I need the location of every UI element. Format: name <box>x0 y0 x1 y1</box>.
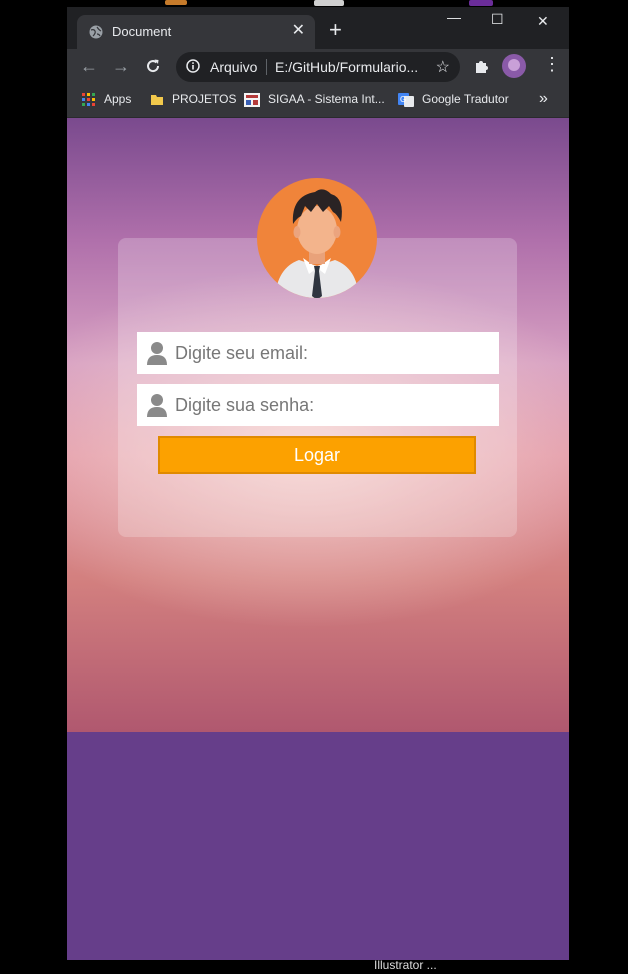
info-icon[interactable] <box>186 59 200 73</box>
minimize-button[interactable]: — <box>447 9 461 25</box>
tab-strip: Document ✕ + — ☐ ✕ <box>67 7 569 49</box>
bookmark-label: Apps <box>104 92 132 106</box>
taskbar-illustrator-label[interactable]: Illustrator ... <box>374 958 437 972</box>
new-tab-button[interactable]: + <box>329 19 342 41</box>
page-lower-area <box>67 732 569 960</box>
user-avatar-illustration <box>275 189 359 298</box>
google-translate-icon: G <box>398 92 414 107</box>
desktop-icon-fragment <box>314 0 344 6</box>
profile-avatar[interactable] <box>502 54 526 78</box>
url-text[interactable]: E:/GitHub/Formulario... <box>275 59 418 75</box>
user-icon <box>147 342 167 365</box>
user-avatar <box>257 178 377 298</box>
bookmark-google-tradutor[interactable]: G Google Tradutor <box>398 92 509 107</box>
bookmark-label: Google Tradutor <box>422 92 509 106</box>
globe-icon <box>89 25 103 39</box>
back-arrow-icon[interactable]: ← <box>80 57 98 75</box>
bookmark-star-icon[interactable]: ☆ <box>436 57 450 77</box>
desktop-icon-fragment <box>469 0 493 6</box>
email-input[interactable] <box>175 332 490 374</box>
maximize-button[interactable]: ☐ <box>491 11 504 28</box>
tab-title: Document <box>112 24 172 39</box>
user-icon <box>147 394 167 417</box>
tab-document[interactable]: Document ✕ <box>77 15 315 49</box>
bookmark-apps[interactable]: Apps <box>82 92 131 107</box>
svg-text:G: G <box>400 95 406 104</box>
close-window-button[interactable]: ✕ <box>537 13 549 30</box>
browser-menu-icon[interactable]: ⋮ <box>543 55 561 73</box>
password-field <box>137 384 499 426</box>
browser-window: Document ✕ + — ☐ ✕ ← → Arquivo E:/GitHub… <box>67 7 569 960</box>
sigaa-icon <box>244 92 260 107</box>
folder-icon <box>151 94 163 105</box>
bookmark-sigaa[interactable]: SIGAA - Sistema Int... <box>244 92 385 107</box>
bookmarks-overflow-icon[interactable]: » <box>539 90 548 108</box>
address-divider <box>266 59 267 75</box>
bookmark-label: PROJETOS <box>172 92 237 106</box>
scheme-label: Arquivo <box>210 59 258 75</box>
bookmark-projetos[interactable]: PROJETOS <box>150 92 236 107</box>
tab-close-icon[interactable]: ✕ <box>292 23 305 39</box>
address-bar[interactable]: Arquivo E:/GitHub/Formulario... ☆ <box>176 52 460 82</box>
desktop-icon-fragment <box>165 0 187 5</box>
password-input[interactable] <box>175 384 490 426</box>
forward-arrow-icon[interactable]: → <box>112 57 130 75</box>
apps-grid-icon <box>82 92 95 106</box>
bookmarks-bar: Apps PROJETOS SIGAA - Sistema Int... G G… <box>67 85 569 118</box>
page-content: Logar <box>67 118 569 732</box>
extensions-puzzle-icon[interactable] <box>473 57 491 75</box>
browser-toolbar: ← → Arquivo E:/GitHub/Formulario... ☆ ⋮ <box>67 49 569 85</box>
reload-icon[interactable] <box>145 58 161 74</box>
bookmark-label: SIGAA - Sistema Int... <box>268 92 385 106</box>
login-button[interactable]: Logar <box>158 436 476 474</box>
email-field <box>137 332 499 374</box>
profile-avatar-face <box>508 59 520 71</box>
